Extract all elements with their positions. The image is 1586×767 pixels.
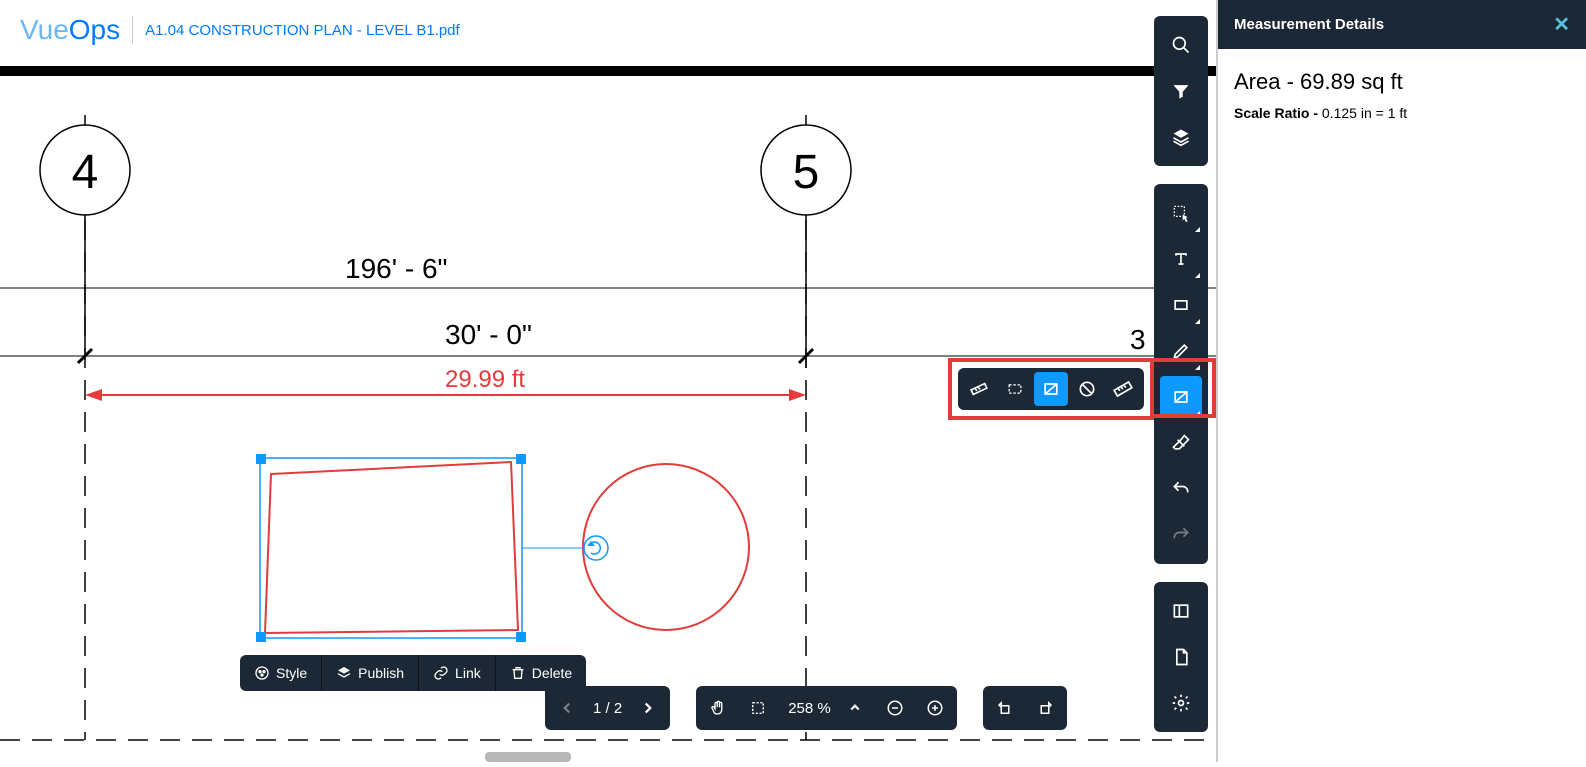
header-divider — [132, 16, 133, 44]
measure-flyout — [958, 368, 1144, 410]
area-value: 69.89 sq ft — [1300, 69, 1403, 94]
measure-area-tool[interactable] — [1034, 372, 1068, 406]
toolbar-group-annotate — [1154, 184, 1208, 564]
page-indicator: 1 / 2 — [587, 700, 628, 717]
toolbar-group-view — [1154, 16, 1208, 166]
close-panel-button[interactable]: ✕ — [1553, 12, 1570, 37]
style-button[interactable]: Style — [240, 655, 322, 691]
draw-tool[interactable] — [1160, 330, 1202, 372]
svg-text:196' - 6": 196' - 6" — [345, 253, 447, 284]
document-filename[interactable]: A1.04 CONSTRUCTION PLAN - LEVEL B1.pdf — [145, 22, 460, 39]
panel-header: Measurement Details ✕ — [1218, 0, 1586, 49]
grid-label: 5 — [793, 146, 820, 199]
select-tool[interactable] — [1160, 192, 1202, 234]
right-toolbar — [1154, 16, 1208, 732]
marquee-zoom-tool[interactable] — [738, 688, 778, 728]
app-logo: VueOps — [20, 14, 120, 46]
page-nav-group: 1 / 2 — [545, 686, 670, 730]
rotate-group — [983, 686, 1067, 730]
measure-tool[interactable] — [1160, 376, 1202, 418]
measure-calibrate-tool[interactable] — [1106, 372, 1140, 406]
zoom-out-button[interactable] — [875, 688, 915, 728]
zoom-level: 258 % — [778, 700, 835, 717]
grid-label: 4 — [72, 146, 99, 199]
measure-flyout-highlight — [948, 358, 1154, 420]
bottom-bar: 1 / 2 258 % — [545, 686, 1067, 730]
scale-row: Scale Ratio - 0.125 in = 1 ft — [1234, 105, 1570, 121]
view-controls-group: 258 % — [696, 686, 957, 730]
panel-title: Measurement Details — [1234, 16, 1384, 33]
next-page-button[interactable] — [628, 688, 668, 728]
layers-button[interactable] — [1160, 116, 1202, 158]
prev-page-button[interactable] — [547, 688, 587, 728]
filter-button[interactable] — [1160, 70, 1202, 112]
svg-text:30' - 0": 30' - 0" — [445, 319, 532, 350]
text-tool[interactable] — [1160, 238, 1202, 280]
zoom-in-button[interactable] — [915, 688, 955, 728]
scale-value: 0.125 in = 1 ft — [1322, 105, 1407, 121]
panel-body: Area - 69.89 sq ft Scale Ratio - 0.125 i… — [1218, 49, 1586, 141]
rotate-cw-button[interactable] — [1025, 688, 1065, 728]
document-button[interactable] — [1160, 636, 1202, 678]
svg-text:29.99 ft: 29.99 ft — [445, 366, 525, 393]
svg-text:3: 3 — [1130, 324, 1146, 355]
link-button[interactable]: Link — [419, 655, 496, 691]
measure-perimeter-tool[interactable] — [998, 372, 1032, 406]
zoom-dropdown-button[interactable] — [835, 688, 875, 728]
redo-button[interactable] — [1160, 514, 1202, 556]
toolbar-group-panels — [1154, 582, 1208, 732]
rotate-ccw-button[interactable] — [985, 688, 1025, 728]
publish-button[interactable]: Publish — [322, 655, 419, 691]
settings-button[interactable] — [1160, 682, 1202, 724]
panel-toggle-button[interactable] — [1160, 590, 1202, 632]
measurement-details-panel: Measurement Details ✕ Area - 69.89 sq ft… — [1216, 0, 1586, 762]
measure-ellipse-tool[interactable] — [1070, 372, 1104, 406]
measure-distance-tool[interactable] — [962, 372, 996, 406]
area-row: Area - 69.89 sq ft — [1234, 69, 1570, 95]
search-button[interactable] — [1160, 24, 1202, 66]
pan-tool[interactable] — [698, 688, 738, 728]
horizontal-scrollbar[interactable] — [485, 752, 571, 762]
undo-button[interactable] — [1160, 468, 1202, 510]
eraser-tool[interactable] — [1160, 422, 1202, 464]
selection-context-toolbar: Style Publish Link Delete — [240, 655, 586, 691]
shape-tool[interactable] — [1160, 284, 1202, 326]
